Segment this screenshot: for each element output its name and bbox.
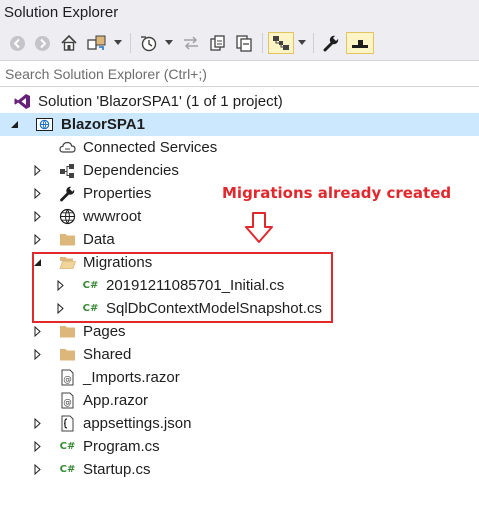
migrations-highlight-box (32, 252, 333, 323)
tree-item-app-razor[interactable]: @ App.razor (0, 389, 479, 412)
dropdown-icon[interactable] (112, 32, 124, 54)
collapsed-arrow-icon[interactable] (31, 412, 43, 435)
toolbar-separator (313, 33, 314, 53)
json-file-icon (59, 415, 76, 432)
tree-item-label: Connected Services (83, 139, 218, 156)
show-all-files-icon[interactable] (268, 32, 294, 54)
tree-item-label: Solution 'BlazorSPA1' (1 of 1 project) (38, 93, 283, 110)
razor-file-icon: @ (59, 392, 76, 409)
search-box (0, 60, 479, 87)
razor-file-icon: @ (59, 369, 76, 386)
collapsed-arrow-icon[interactable] (31, 205, 43, 228)
csharp-file-icon: C# (59, 441, 76, 452)
tree-item-pages[interactable]: Pages (0, 320, 479, 343)
cloud-icon (59, 139, 76, 156)
tree-item-label: BlazorSPA1 (61, 116, 145, 133)
tree-item-solution[interactable]: Solution 'BlazorSPA1' (1 of 1 project) (0, 90, 479, 113)
expanded-arrow-icon[interactable] (8, 113, 20, 136)
collapsed-arrow-icon[interactable] (31, 435, 43, 458)
collapsed-arrow-icon[interactable] (31, 458, 43, 481)
search-input[interactable] (0, 61, 479, 86)
collapsed-arrow-icon[interactable] (31, 159, 43, 182)
forward-icon[interactable] (32, 32, 52, 54)
globe-icon (59, 208, 76, 225)
tree-item-shared[interactable]: Shared (0, 343, 479, 366)
refresh-icon[interactable] (207, 32, 229, 54)
tree-item-project[interactable]: BlazorSPA1 (0, 113, 479, 136)
tree-item-label: Startup.cs (83, 461, 151, 478)
folder-icon (59, 323, 76, 340)
down-arrow-icon (244, 212, 274, 249)
folder-icon (59, 231, 76, 248)
toolbar-separator (130, 33, 131, 53)
tree-item-data[interactable]: Data (0, 228, 479, 251)
back-icon[interactable] (7, 32, 27, 54)
preview-selected-items-icon[interactable] (346, 32, 374, 54)
folder-icon (59, 346, 76, 363)
svg-text:@: @ (63, 398, 72, 408)
collapse-all-icon[interactable] (233, 32, 255, 54)
tree-item-label: _Imports.razor (83, 369, 180, 386)
collapsed-arrow-icon[interactable] (31, 182, 43, 205)
tree-item-imports-razor[interactable]: @ _Imports.razor (0, 366, 479, 389)
visual-studio-solution-icon (14, 93, 31, 110)
tree-item-startup-cs[interactable]: C# Startup.cs (0, 458, 479, 481)
toolbar-separator (262, 33, 263, 53)
tree-item-label: Program.cs (83, 438, 160, 455)
tree-item-label: Dependencies (83, 162, 179, 179)
tree-item-appsettings-json[interactable]: appsettings.json (0, 412, 479, 435)
properties-wrench-icon[interactable] (320, 32, 342, 54)
dependencies-icon (59, 162, 76, 179)
sync-with-active-document-icon[interactable] (180, 32, 202, 54)
home-icon[interactable] (58, 32, 80, 54)
dropdown-icon[interactable] (296, 32, 308, 54)
tree-item-label: Shared (83, 346, 132, 363)
switch-views-icon[interactable] (86, 32, 108, 54)
toolbar (0, 26, 479, 60)
csharp-file-icon: C# (59, 464, 76, 475)
collapsed-arrow-icon[interactable] (31, 320, 43, 343)
tree-item-label: Pages (83, 323, 126, 340)
web-project-icon (36, 116, 53, 133)
wrench-icon (59, 185, 76, 202)
tree-item-program-cs[interactable]: C# Program.cs (0, 435, 479, 458)
tree-item-label: appsettings.json (83, 415, 192, 432)
tree-item-dependencies[interactable]: Dependencies (0, 159, 479, 182)
collapsed-arrow-icon[interactable] (31, 228, 43, 251)
tree-item-connected-services[interactable]: Connected Services (0, 136, 479, 159)
svg-text:@: @ (63, 375, 72, 385)
window-title: Solution Explorer (0, 0, 479, 26)
tree-item-label: Properties (83, 185, 152, 202)
annotation-label: Migrations already created (222, 184, 452, 202)
pending-changes-filter-icon[interactable] (137, 32, 161, 54)
dropdown-icon[interactable] (163, 32, 175, 54)
tree-item-label: App.razor (83, 392, 149, 409)
collapsed-arrow-icon[interactable] (31, 343, 43, 366)
tree-item-label: Data (83, 231, 115, 248)
tree-item-wwwroot[interactable]: wwwroot (0, 205, 479, 228)
tree-item-label: wwwroot (83, 208, 142, 225)
